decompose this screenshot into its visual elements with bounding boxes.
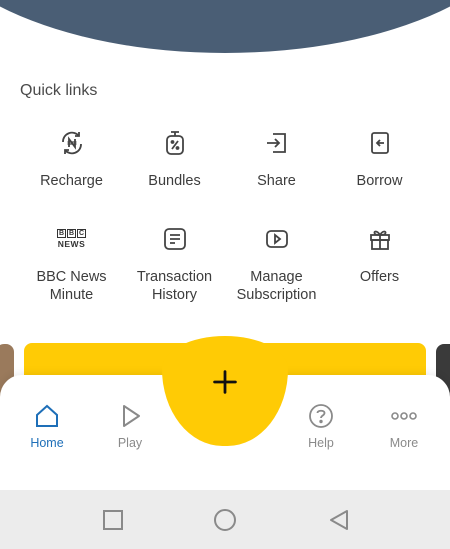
quick-link-transaction-history[interactable]: Transaction History (123, 224, 226, 304)
quick-link-borrow[interactable]: Borrow (328, 128, 431, 190)
gift-icon (365, 224, 395, 254)
bbc-letter: C (77, 229, 86, 238)
nav-play[interactable]: Play (95, 402, 165, 450)
bbc-news-word: NEWS (57, 239, 86, 249)
naira-refresh-icon (57, 128, 87, 158)
percent-stopwatch-icon (160, 128, 190, 158)
share-arrow-icon (262, 128, 292, 158)
header-banner (0, 0, 450, 53)
quick-link-share[interactable]: Share (225, 128, 328, 190)
quick-link-bundles[interactable]: Bundles (123, 128, 226, 190)
back-triangle-icon[interactable] (327, 508, 351, 532)
nav-more[interactable]: More (369, 402, 439, 450)
quick-link-label: Manage Subscription (236, 269, 317, 303)
quick-link-label: Share (257, 173, 296, 189)
bbc-letter: B (57, 229, 66, 238)
receipt-icon (160, 224, 190, 254)
app-screen: Quick links Recharge Bundles Share Borro… (0, 0, 450, 549)
home-circle-icon[interactable] (213, 508, 237, 532)
play-box-icon (262, 224, 292, 254)
quick-link-label: Offers (359, 269, 400, 285)
more-dots-icon (391, 412, 417, 420)
bbc-letter: B (67, 229, 76, 238)
quick-link-manage-subscription[interactable]: Manage Subscription (225, 224, 328, 304)
nav-label: More (389, 436, 419, 450)
play-icon (123, 405, 140, 427)
nav-label: Help (308, 436, 334, 450)
quick-link-label: Borrow (356, 173, 403, 189)
nav-help[interactable]: Help (286, 402, 356, 450)
help-icon (309, 404, 333, 428)
quick-link-offers[interactable]: Offers (328, 224, 431, 286)
nav-label: Play (117, 436, 143, 450)
bbc-news-icon: B B C NEWS (57, 224, 87, 254)
quick-link-bbc-news-minute[interactable]: B B C NEWS BBC News Minute (20, 224, 123, 304)
home-icon (36, 404, 58, 427)
borrow-arrow-icon (365, 128, 395, 158)
quick-link-label: BBC News Minute (36, 269, 107, 303)
nav-label: Home (30, 436, 64, 450)
quick-link-label: Transaction History (136, 269, 213, 303)
recent-apps-icon[interactable] (101, 508, 125, 532)
quick-links-title: Quick links (20, 82, 98, 99)
plus-icon[interactable] (208, 365, 242, 399)
quick-link-recharge[interactable]: Recharge (20, 128, 123, 190)
quick-link-label: Bundles (148, 173, 201, 189)
nav-home[interactable]: Home (12, 402, 82, 450)
quick-link-label: Recharge (40, 173, 103, 189)
